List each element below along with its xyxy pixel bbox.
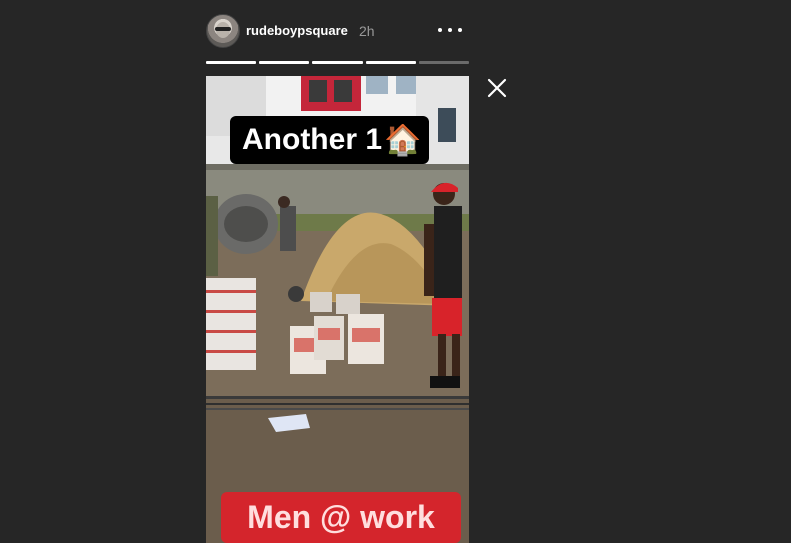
post-time: 2h xyxy=(359,23,375,39)
house-emoji-icon: 🏠 xyxy=(384,123,422,157)
progress-segment-viewed[interactable] xyxy=(206,61,257,64)
close-button[interactable] xyxy=(485,76,509,100)
progress-segment-pending[interactable] xyxy=(418,61,470,64)
story-text-sticker-bottom: Men @ work xyxy=(221,492,461,543)
progress-segment-viewed[interactable] xyxy=(259,61,310,64)
more-dot-icon xyxy=(458,28,462,32)
more-options-button[interactable] xyxy=(438,19,462,41)
progress-segment-viewed[interactable] xyxy=(312,61,363,64)
story-header: rudeboypsquare 2h xyxy=(206,14,470,48)
more-dot-icon xyxy=(438,28,442,32)
story-progress-bar xyxy=(206,61,470,64)
avatar[interactable] xyxy=(206,14,240,48)
story-text-sticker: Another 1 🏠 xyxy=(230,116,430,164)
close-icon xyxy=(487,78,507,98)
progress-segment-viewed[interactable] xyxy=(365,61,416,64)
sticker-text-bottom: Men @ work xyxy=(247,499,435,535)
username-link[interactable]: rudeboypsquare xyxy=(246,23,348,38)
more-dot-icon xyxy=(448,28,452,32)
sticker-text: Another 1 xyxy=(242,123,383,156)
avatar-glasses xyxy=(215,27,231,31)
